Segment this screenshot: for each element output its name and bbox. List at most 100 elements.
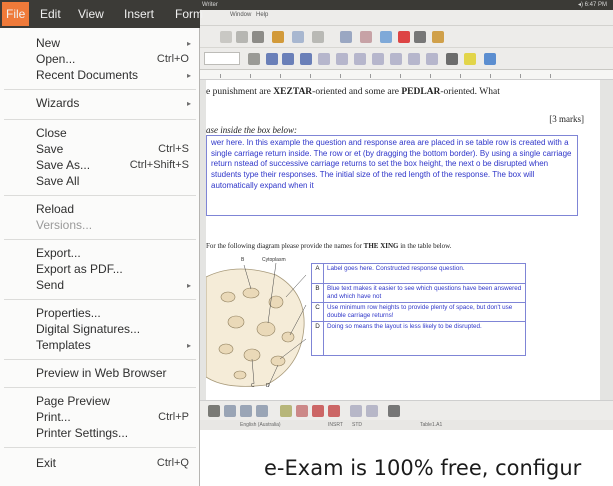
symbol-shapes-icon[interactable] — [296, 405, 308, 417]
menu-separator — [4, 89, 196, 90]
table-icon[interactable] — [340, 31, 352, 43]
background-color-icon[interactable] — [484, 53, 496, 65]
status-table: Table1.A1 — [420, 422, 443, 428]
font-color-icon[interactable] — [446, 53, 458, 65]
page-margin-right — [600, 80, 613, 410]
document-page[interactable]: e punishment are XEZTAR-oriented and som… — [205, 80, 600, 410]
submenu-arrow-icon: ▸ — [186, 341, 191, 350]
toolbar-icon-2[interactable] — [236, 31, 248, 43]
menu-item-properties[interactable]: Properties... — [36, 306, 101, 320]
menu-item-close[interactable]: Close — [36, 126, 67, 140]
menu-item-page-preview[interactable]: Page Preview — [36, 394, 110, 408]
italic-icon[interactable] — [266, 53, 278, 65]
indent-icon[interactable] — [408, 53, 420, 65]
shapes-icon[interactable] — [280, 405, 292, 417]
menu-item-digital-signatures[interactable]: Digital Signatures... — [36, 322, 140, 336]
menu-insert[interactable]: Insert — [124, 7, 154, 21]
menu-separator — [4, 359, 196, 360]
table-answer-cell[interactable]: Doing so means the layout is less likely… — [323, 321, 526, 356]
menu-help[interactable]: Help — [256, 12, 268, 18]
cell-diagram: B Cytoplasm C D — [205, 257, 311, 390]
answer-table: A Label goes here. Constructed response … — [311, 263, 526, 356]
menu-item-export-pdf[interactable]: Export as PDF... — [36, 262, 123, 276]
drawing-toolbar — [200, 400, 613, 420]
shortcut-save: Ctrl+S — [158, 143, 189, 155]
menu-item-reload[interactable]: Reload — [36, 202, 74, 216]
table-answer-cell[interactable]: Use minimum row heights to provide plent… — [323, 302, 526, 322]
formatting-toolbar — [200, 48, 613, 70]
line-icon[interactable] — [224, 405, 236, 417]
gallery-icon[interactable] — [432, 31, 444, 43]
justify-icon[interactable] — [354, 53, 366, 65]
shortcut-print: Ctrl+P — [158, 411, 189, 423]
menu-item-printer-settings[interactable]: Printer Settings... — [36, 426, 128, 440]
status-mode[interactable]: INSRT — [328, 422, 343, 428]
toolbar-icon-1[interactable] — [220, 31, 232, 43]
table-letter: C — [311, 302, 324, 322]
menu-item-recent-documents[interactable]: Recent Documents — [36, 68, 138, 82]
spellcheck-icon[interactable] — [272, 31, 284, 43]
fontwork-icon[interactable] — [388, 405, 400, 417]
table-row: B Blue text makes it easier to see which… — [311, 283, 526, 303]
table-answer-cell[interactable]: Blue text makes it easier to see which q… — [323, 283, 526, 303]
menu-view[interactable]: View — [78, 7, 104, 21]
table-letter: A — [311, 263, 324, 284]
shortcut-exit: Ctrl+Q — [156, 457, 189, 469]
status-bar: English (Australia) INSRT STD Table1.A1 — [200, 420, 613, 430]
draw-icon[interactable] — [380, 31, 392, 43]
menu-item-export[interactable]: Export... — [36, 246, 81, 260]
table-answer-cell[interactable]: Label goes here. Constructed response qu… — [323, 263, 526, 284]
menu-item-new[interactable]: New — [36, 36, 60, 50]
formatting-marks-icon[interactable] — [414, 31, 426, 43]
menu-item-save[interactable]: Save — [36, 142, 63, 156]
marks-label: [3 marks] — [549, 114, 584, 124]
menu-form[interactable]: Form — [175, 7, 203, 21]
block-arrows-icon[interactable] — [312, 405, 324, 417]
diagram-label-d: D — [266, 383, 270, 389]
align-center-icon[interactable] — [318, 53, 330, 65]
menu-item-save-as[interactable]: Save As... — [36, 158, 90, 172]
menu-edit[interactable]: Edit — [40, 7, 61, 21]
status-language[interactable]: English (Australia) — [240, 422, 281, 428]
chart-icon[interactable] — [360, 31, 372, 43]
table-row: D Doing so means the layout is less like… — [311, 321, 526, 356]
menu-item-save-all[interactable]: Save All — [36, 174, 79, 188]
status-std[interactable]: STD — [352, 422, 362, 428]
align-right-icon[interactable] — [336, 53, 348, 65]
outdent-icon[interactable] — [426, 53, 438, 65]
menu-item-preview-web[interactable]: Preview in Web Browser — [36, 366, 167, 380]
menu-item-wizards[interactable]: Wizards — [36, 96, 79, 110]
numbering-icon[interactable] — [372, 53, 384, 65]
highlight-icon[interactable] — [464, 53, 476, 65]
answer-box[interactable]: wer here. In this example the question a… — [206, 135, 578, 216]
menu-window[interactable]: Window — [230, 12, 251, 18]
menu-item-send[interactable]: Send — [36, 278, 64, 292]
menu-item-templates[interactable]: Templates — [36, 338, 91, 352]
print-icon[interactable] — [252, 31, 264, 43]
select-icon[interactable] — [208, 405, 220, 417]
writer-menubar: Window Help — [200, 10, 613, 26]
bold-icon[interactable] — [248, 53, 260, 65]
diagram-question: For the following diagram please provide… — [206, 242, 452, 250]
shortcut-save-as: Ctrl+Shift+S — [129, 159, 189, 171]
table-row: C Use minimum row heights to provide ple… — [311, 302, 526, 322]
cut-icon[interactable] — [292, 31, 304, 43]
align-left-icon[interactable] — [300, 53, 312, 65]
stars-icon[interactable] — [366, 405, 378, 417]
rectangle-icon[interactable] — [240, 405, 252, 417]
menu-item-open[interactable]: Open... — [36, 52, 75, 66]
submenu-arrow-icon: ▸ — [186, 281, 191, 290]
bullets-icon[interactable] — [390, 53, 402, 65]
menu-item-exit[interactable]: Exit — [36, 456, 56, 470]
flowchart-icon[interactable] — [328, 405, 340, 417]
horizontal-ruler[interactable] — [200, 70, 613, 80]
menu-item-versions: Versions... — [36, 218, 93, 232]
navigator-icon[interactable] — [398, 31, 410, 43]
font-size-select[interactable] — [204, 52, 240, 65]
paste-icon[interactable] — [312, 31, 324, 43]
menu-file[interactable]: File — [2, 2, 30, 26]
ellipse-icon[interactable] — [256, 405, 268, 417]
callouts-icon[interactable] — [350, 405, 362, 417]
menu-item-print[interactable]: Print... — [36, 410, 71, 424]
underline-icon[interactable] — [282, 53, 294, 65]
